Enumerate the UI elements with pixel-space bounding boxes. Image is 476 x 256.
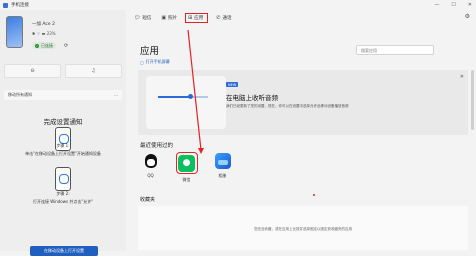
more-icon: ⋯: [114, 92, 118, 98]
apps-icon: ⊞: [188, 15, 193, 21]
check-icon: ✓: [35, 43, 39, 48]
open-settings-button[interactable]: 在移动设备上打开设置: [30, 246, 98, 256]
app-label: 相册: [218, 173, 227, 178]
favorites-panel: 您还没收藏，或在应用上长按并选择固定以固定到收藏夹的应用: [138, 206, 468, 250]
do-not-disturb-button[interactable]: ⊖: [4, 64, 61, 78]
favorites-title: 收藏夹: [140, 197, 156, 203]
connected-badge: ✓ 已连接: [32, 42, 56, 49]
sidebar: 一加 Ace 2 ✱ ⌔ ▬ 23% ✓ 已连接 ⟳ ⊖ ♫ 移动所有通知 ⋯ …: [0, 10, 126, 256]
open-phone-screen-label: 打开手机屏幕: [145, 59, 170, 64]
connected-label: 已连接: [41, 42, 53, 48]
gear-icon[interactable]: ⚙: [465, 13, 470, 20]
app-photos[interactable]: 相册: [212, 152, 233, 183]
new-badge: NEW: [226, 82, 239, 87]
open-phone-screen-link[interactable]: ▢ 打开手机屏幕: [140, 59, 170, 65]
wechat-icon: ●: [175, 152, 198, 174]
minimize-button[interactable]: —: [434, 2, 439, 8]
banner-desc: 我们已经更新了您的设置，现在，你可以在设置中选择允许此移动设备播放音频: [226, 104, 349, 108]
tab-label: 应用: [194, 16, 204, 21]
volume-slider-illustration: [158, 94, 208, 99]
search-input[interactable]: [356, 45, 434, 55]
step1-label: 步骤 1:: [56, 143, 70, 148]
top-nav: 💬︎ 短信 ▣ 照片 ⊞ 应用 ✆ 通话 ⚙: [126, 10, 476, 26]
phone-card: 一加 Ace 2 ✱ ⌔ ▬ 23% ✓ 已连接 ⟳: [4, 14, 120, 54]
notification-setting[interactable]: 移动所有通知 ⋯: [4, 90, 122, 100]
step1-desc: 单击"在移动设备上打开设置"开始通知设备: [25, 151, 101, 156]
step2-desc: 打开连接 Windows 并点击"允许": [32, 199, 94, 204]
audio-banner: NEW 在电脑上收听音频 我们已经更新了您的设置，现在，你可以在设置中选择允许此…: [138, 70, 468, 135]
annotation-dot: [313, 194, 315, 196]
audio-button[interactable]: ♫: [65, 64, 122, 78]
close-button[interactable]: ✕: [468, 2, 472, 8]
tab-photos[interactable]: ▣ 照片: [159, 13, 179, 23]
notification-setting-label: 移动所有通知: [8, 92, 32, 97]
phone-icon: ✆: [216, 15, 221, 21]
photos-icon: [214, 152, 232, 170]
title-bar: 手机连接 — ☐ ✕: [0, 0, 476, 10]
app-wechat[interactable]: ● 微信: [175, 152, 198, 183]
window-controls: — ☐ ✕: [434, 2, 472, 8]
setup-title: 完成设置通知: [43, 118, 83, 126]
favorites-empty-text: 您还没收藏，或在应用上长按并选择固定以固定到收藏夹的应用: [254, 227, 352, 231]
message-icon: 💬︎: [134, 15, 141, 21]
tab-calls[interactable]: ✆ 通话: [214, 13, 233, 23]
photo-icon: ▣: [161, 15, 167, 21]
phone-status: ✱ ⌔ ▬ 23%: [32, 31, 56, 36]
maximize-button[interactable]: ☐: [451, 2, 455, 8]
main-content: 应用 ▢ 打开手机屏幕 NEW 在电脑上收听音频 我们已经更新了您的设置，现在，…: [126, 26, 476, 251]
banner-title: 在电脑上收听音频: [226, 94, 278, 102]
music-icon: ♫: [91, 68, 96, 74]
banner-illustration: [146, 76, 226, 129]
tab-apps[interactable]: ⊞ 应用: [185, 13, 209, 23]
scrollbar[interactable]: [471, 70, 474, 130]
tab-label: 通话: [222, 16, 232, 21]
page-title: 应用: [140, 46, 160, 57]
recent-apps-title: 最近使用过的: [140, 143, 174, 149]
quick-actions: ⊖ ♫: [4, 64, 122, 78]
step2-phone-illustration: [55, 167, 71, 191]
qq-icon: [142, 152, 160, 170]
screen-icon: ▢: [140, 59, 144, 65]
tab-label: 照片: [168, 16, 178, 21]
moon-icon: ⊖: [30, 68, 35, 74]
app-icon: [3, 2, 8, 8]
recent-apps-list: QQ ● 微信 相册: [140, 152, 233, 183]
app-title: 手机连接: [11, 3, 29, 8]
app-label: QQ: [147, 173, 154, 178]
close-icon[interactable]: ✕: [460, 74, 464, 80]
refresh-icon[interactable]: ⟳: [64, 43, 68, 49]
app-qq[interactable]: QQ: [140, 152, 161, 183]
phone-name: 一加 Ace 2: [32, 22, 55, 27]
tab-label: 短信: [142, 16, 152, 21]
app-label: 微信: [182, 177, 191, 182]
step2-label: 步骤 2:: [56, 191, 70, 196]
phone-image: [6, 16, 23, 48]
tab-messages[interactable]: 💬︎ 短信: [132, 13, 153, 23]
